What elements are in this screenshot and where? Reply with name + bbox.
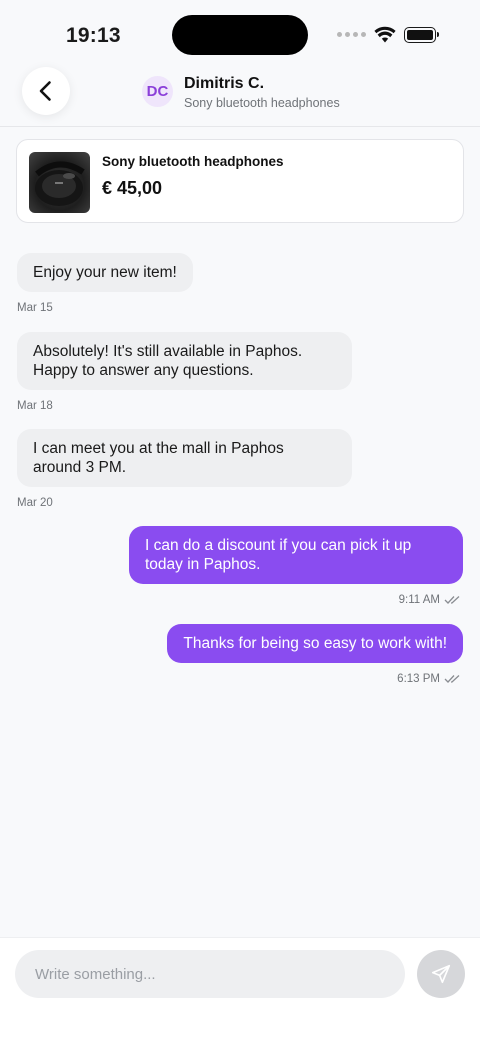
message-date: Mar 20 (17, 497, 53, 509)
wifi-icon (374, 26, 396, 43)
chevron-left-icon (39, 81, 51, 101)
listing-subtitle: Sony bluetooth headphones (184, 96, 340, 110)
message-input[interactable] (15, 950, 405, 998)
message-bubble-outgoing: I can do a discount if you can pick it u… (129, 526, 463, 584)
send-button[interactable] (417, 950, 465, 998)
status-time: 19:13 (66, 24, 121, 47)
dynamic-island (172, 15, 308, 55)
avatar[interactable]: DC (142, 76, 173, 107)
double-check-icon (444, 675, 460, 683)
chat-header: DC Dimitris C. Sony bluetooth headphones (0, 60, 480, 127)
product-price: € 45,00 (102, 178, 163, 198)
battery-icon (404, 26, 439, 43)
message-bubble-incoming: Absolutely! It's still available in Paph… (17, 332, 352, 390)
product-card[interactable]: Sony bluetooth headphones € 45,00 (16, 139, 464, 223)
message-time: 9:11 AM (398, 594, 440, 606)
message-time: 6:13 PM (397, 673, 440, 685)
contact-name[interactable]: Dimitris C. (184, 75, 264, 93)
send-icon (431, 964, 451, 984)
message-bubble-incoming: Enjoy your new item! (17, 253, 193, 292)
product-title: Sony bluetooth headphones (102, 154, 284, 169)
message-date: Mar 18 (17, 400, 53, 412)
status-icons (337, 26, 439, 43)
message-bubble-incoming: I can meet you at the mall in Paphos aro… (17, 429, 352, 487)
product-image (29, 152, 90, 213)
chat-screen: 19:13 DC Dimitris C. Sony bluetooth head… (0, 0, 480, 1043)
message-bubble-outgoing: Thanks for being so easy to work with! (167, 624, 463, 663)
double-check-icon (444, 596, 460, 604)
message-meta: 6:13 PM (397, 673, 462, 685)
message-date: Mar 15 (17, 302, 53, 314)
back-button[interactable] (22, 67, 70, 115)
signal-dots-icon (337, 32, 366, 37)
message-composer (0, 937, 480, 1043)
message-meta: 9:11 AM (399, 594, 462, 606)
